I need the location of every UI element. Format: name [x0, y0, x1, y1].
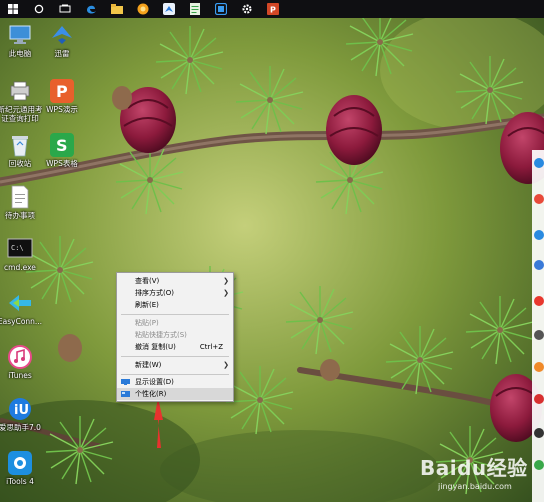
sidebar-red-icon[interactable] [534, 194, 544, 204]
task-view-icon[interactable] [52, 0, 78, 18]
svg-text:P: P [56, 82, 68, 101]
desktop-icon-cmd[interactable]: C:\ cmd.exe [0, 236, 44, 272]
menu-item-refresh[interactable]: 刷新(E) [117, 299, 233, 311]
menu-item-undo-copy[interactable]: 撤消 复制(U) Ctrl+Z [117, 341, 233, 353]
menu-item-label: 刷新(E) [135, 301, 159, 309]
printer-icon [7, 78, 33, 104]
svg-text:P: P [270, 6, 276, 15]
desktop-icon-label: 此电脑 [8, 49, 32, 58]
app-blue-square-icon[interactable] [208, 0, 234, 18]
computer-icon [7, 22, 33, 48]
submenu-arrow-icon: ❯ [223, 277, 229, 285]
menu-item-label: 查看(V) [135, 277, 160, 285]
menu-item-label: 粘贴(P) [135, 319, 159, 327]
submenu-arrow-icon: ❯ [223, 361, 229, 369]
display-settings-icon [121, 379, 130, 385]
cortana-circle-icon[interactable] [26, 0, 52, 18]
desktop-icon-itunes[interactable]: iTunes [0, 344, 44, 380]
menu-item-paste[interactable]: 粘贴(P) [117, 317, 233, 329]
menu-item-display-settings[interactable]: 显示设置(D) [117, 376, 233, 388]
menu-separator [121, 374, 229, 375]
menu-separator [121, 314, 229, 315]
sidebar-red-icon[interactable] [534, 296, 544, 306]
desktop-icon-label: WPS演示 [46, 105, 78, 114]
desktop-wallpaper [0, 0, 544, 502]
personalize-icon [121, 391, 130, 397]
submenu-arrow-icon: ❯ [223, 289, 229, 297]
thunder-bird-icon [49, 22, 75, 48]
desktop-icon-label: iTunes [8, 371, 32, 380]
menu-item-sort-by[interactable]: 排序方式(O) ❯ [117, 287, 233, 299]
sidebar-blue-icon[interactable] [534, 260, 544, 270]
app-orange-icon[interactable] [130, 0, 156, 18]
menu-item-label: 排序方式(O) [135, 289, 174, 297]
desktop-icon-label: cmd.exe [4, 263, 36, 272]
desktop-icon-label: WPS表格 [46, 159, 78, 168]
file-explorer-icon[interactable] [104, 0, 130, 18]
todo-document-icon [7, 184, 33, 210]
desktop-icon-label: iTools 4 [6, 477, 34, 486]
itools-icon [7, 450, 33, 476]
menu-separator [121, 356, 229, 357]
svg-text:C:\: C:\ [11, 244, 24, 252]
menu-item-label: 撤消 复制(U) [135, 343, 176, 351]
menu-item-label: 显示设置(D) [135, 378, 174, 386]
desktop-icon-label: 迅雷 [54, 49, 70, 58]
watermark-brand: Baidu经验 [420, 456, 528, 480]
desktop-icon-label: EasyConn... [0, 317, 43, 326]
watermark-url: jingyan.baidu.com [438, 482, 512, 491]
desktop-icon-wps-presentation[interactable]: P WPS演示 [38, 78, 86, 114]
desktop-icon-label: 新纪元通用考 证查询打印 [0, 105, 43, 123]
desktop-icon-label: 爱思助手7.0 [0, 423, 41, 432]
windows-logo-icon[interactable] [0, 0, 26, 18]
svg-text:iU: iU [14, 403, 29, 418]
desktop-icon-itools[interactable]: iTools 4 [0, 450, 44, 486]
edge-browser-icon[interactable] [78, 0, 104, 18]
wps-spreadsheet-icon: S [49, 132, 75, 158]
powerpoint-icon[interactable]: P [260, 0, 286, 18]
desktop-icon-wps-spreadsheet[interactable]: S WPS表格 [38, 132, 86, 168]
menu-item-label: 个性化(R) [135, 390, 167, 398]
floating-sidebar [532, 150, 544, 502]
desktop-icon-label: 待办事项 [5, 211, 35, 220]
sidebar-gray-icon[interactable] [534, 330, 544, 340]
desktop-icon-easyconnect[interactable]: EasyConn... [0, 290, 44, 326]
sidebar-blue-icon[interactable] [534, 158, 544, 168]
menu-item-view[interactable]: 查看(V) ❯ [117, 275, 233, 287]
easyconnect-icon [7, 290, 33, 316]
itunes-icon [7, 344, 33, 370]
sidebar-blue-icon[interactable] [534, 230, 544, 240]
menu-item-paste-shortcut[interactable]: 粘贴快捷方式(S) [117, 329, 233, 341]
menu-item-personalize[interactable]: 个性化(R) [117, 388, 233, 400]
desktop-icon-aisi[interactable]: iU 爱思助手7.0 [0, 396, 44, 432]
sidebar-red-icon[interactable] [534, 394, 544, 404]
app-green-notepad-icon[interactable] [182, 0, 208, 18]
cmd-console-icon: C:\ [7, 236, 33, 262]
sidebar-orange-icon[interactable] [534, 362, 544, 372]
wps-presentation-icon: P [49, 78, 75, 104]
aisi-assistant-icon: iU [7, 396, 33, 422]
svg-text:S: S [56, 136, 68, 155]
desktop-context-menu: 查看(V) ❯ 排序方式(O) ❯ 刷新(E) 粘贴(P) 粘贴快捷方式(S) … [116, 272, 234, 402]
settings-gear-icon[interactable] [234, 0, 260, 18]
desktop-icon-todo[interactable]: 待办事项 [0, 184, 44, 220]
recycle-bin-icon [7, 132, 33, 158]
menu-item-label: 新建(W) [135, 361, 162, 369]
baidu-jingyan-watermark: Baidu经验 jingyan.baidu.com [420, 452, 540, 500]
menu-item-new[interactable]: 新建(W) ❯ [117, 359, 233, 371]
menu-item-shortcut: Ctrl+Z [199, 343, 223, 351]
desktop-icon-label: 回收站 [8, 159, 32, 168]
app-blue-bird-icon[interactable] [156, 0, 182, 18]
menu-item-label: 粘贴快捷方式(S) [135, 331, 187, 339]
sidebar-dark-icon[interactable] [534, 428, 544, 438]
taskbar: P [0, 0, 544, 18]
desktop-icon-thunder[interactable]: 迅雷 [38, 22, 86, 58]
